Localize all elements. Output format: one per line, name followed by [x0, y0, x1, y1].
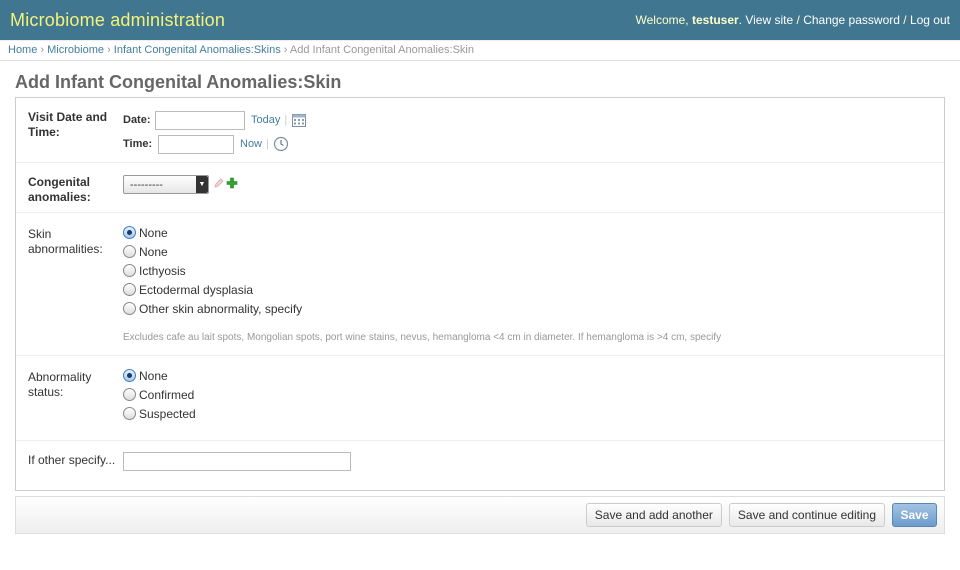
breadcrumb: Home › Microbiome › Infant Congenital An… — [0, 40, 960, 61]
radio-button[interactable] — [123, 302, 136, 315]
visit-date-time-row: Visit Date and Time: Date: Today | Time:… — [16, 98, 944, 163]
abnormality-option[interactable]: Suspected — [123, 404, 944, 423]
abnormality-radio-list: None Confirmed Suspected — [123, 366, 944, 423]
skin-option[interactable]: Icthyosis — [123, 261, 944, 280]
skin-help-text: Excludes cafe au lait spots, Mongolian s… — [123, 332, 722, 343]
breadcrumb-skins[interactable]: Infant Congenital Anomalies:Skins — [114, 44, 281, 56]
breadcrumb-microbiome[interactable]: Microbiome — [47, 44, 104, 56]
submit-row: Save and add another Save and continue e… — [15, 496, 945, 534]
page-title: Add Infant Congenital Anomalies:Skin — [15, 72, 342, 92]
abnormality-status-label: Abnormality status: — [28, 370, 92, 399]
username: testuser — [691, 13, 739, 27]
skin-option[interactable]: None — [123, 223, 944, 242]
time-label: Time: — [123, 138, 153, 150]
radio-button[interactable] — [123, 226, 136, 239]
date-label: Date: — [123, 114, 151, 126]
skin-option[interactable]: None — [123, 242, 944, 261]
change-password-link[interactable]: Change password — [803, 13, 900, 27]
today-link[interactable]: Today — [251, 114, 280, 126]
other-specify-label: If other specify... — [28, 453, 116, 467]
skin-option[interactable]: Other skin abnormality, specify — [123, 299, 944, 318]
radio-button[interactable] — [123, 407, 136, 420]
date-input[interactable] — [155, 110, 245, 130]
other-specify-row: If other specify... — [16, 441, 944, 491]
abnormality-status-row: Abnormality status: None Confirmed Suspe… — [16, 356, 944, 441]
now-link[interactable]: Now — [240, 138, 262, 150]
log-out-link[interactable]: Log out — [910, 13, 950, 27]
header: Microbiome administration Welcome, testu… — [0, 0, 960, 40]
plus-icon[interactable] — [224, 175, 240, 191]
other-specify-input[interactable] — [123, 452, 351, 471]
congenital-select[interactable]: --------- ▼ — [123, 175, 209, 194]
congenital-anomalies-row: Congenital anomalies: --------- ▼ — [16, 163, 944, 213]
breadcrumb-current: Add Infant Congenital Anomalies:Skin — [289, 44, 474, 56]
save-button[interactable]: Save — [892, 503, 937, 527]
radio-button[interactable] — [123, 388, 136, 401]
congenital-select-value: --------- — [130, 178, 163, 191]
save-and-continue-button[interactable]: Save and continue editing — [728, 503, 885, 527]
radio-button[interactable] — [123, 369, 136, 382]
breadcrumb-home[interactable]: Home — [8, 44, 37, 56]
user-tools: Welcome, testuser. View site / Change pa… — [635, 13, 951, 27]
calendar-icon[interactable] — [291, 112, 307, 128]
abnormality-option[interactable]: None — [123, 366, 944, 385]
radio-button[interactable] — [123, 264, 136, 277]
skin-abnormalities-row: Skin abnormalities: None None Icthyosis … — [16, 213, 944, 356]
clock-icon[interactable] — [273, 136, 289, 152]
skin-radio-list: None None Icthyosis Ectodermal dysplasia… — [123, 223, 944, 318]
radio-button[interactable] — [123, 283, 136, 296]
view-site-link[interactable]: View site — [745, 13, 793, 27]
welcome-text: Welcome, — [635, 13, 689, 27]
save-and-add-another-button[interactable]: Save and add another — [585, 503, 722, 527]
skin-label: Skin abnormalities: — [28, 227, 103, 256]
site-title: Microbiome administration — [10, 9, 226, 30]
time-input[interactable] — [158, 134, 234, 154]
radio-button[interactable] — [123, 245, 136, 258]
skin-option[interactable]: Ectodermal dysplasia — [123, 280, 944, 299]
congenital-label: Congenital anomalies: — [28, 175, 91, 204]
visit-label: Visit Date and Time: — [28, 110, 108, 139]
content: Add Infant Congenital Anomalies:Skin Vis… — [0, 72, 960, 534]
abnormality-option[interactable]: Confirmed — [123, 385, 944, 404]
chevron-down-icon: ▼ — [196, 176, 208, 193]
form-fieldset: Visit Date and Time: Date: Today | Time:… — [15, 97, 945, 491]
